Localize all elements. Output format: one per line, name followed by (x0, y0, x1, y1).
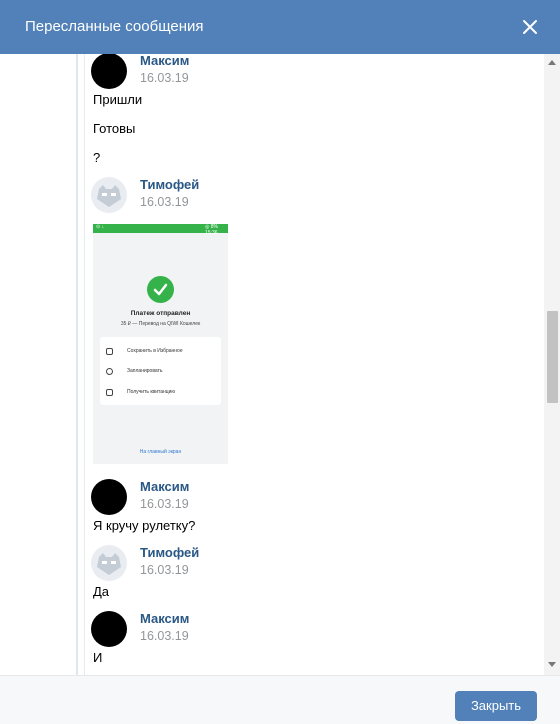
vertical-scrollbar[interactable] (544, 54, 560, 675)
thread-line (76, 54, 78, 675)
message-date[interactable]: 16.03.19 (140, 497, 189, 511)
author-name[interactable]: Максим (140, 479, 189, 494)
author-name[interactable]: Тимофей (140, 177, 199, 192)
scroll-up-arrow-icon[interactable] (548, 60, 556, 65)
photo-action-label: Получить квитанцию (127, 389, 176, 395)
clock-icon (106, 368, 113, 375)
message-header: Максим 16.03.19 (91, 54, 391, 93)
author-name[interactable]: Максим (140, 611, 189, 626)
close-button[interactable]: Закрыть (455, 691, 537, 721)
message-header: Максим 16.03.19 (91, 479, 391, 519)
message-text: Пришли (93, 92, 143, 107)
avatar[interactable] (91, 611, 127, 647)
phone-status-bar: ⊙ ↓ ◎ 8% 15:36 (93, 224, 228, 236)
photo-action-row: Получить квитанцию (106, 387, 218, 399)
cat-avatar-icon (97, 553, 121, 575)
forwarded-messages-dialog: Пересланные сообщения Максим 16.03.19 Пр… (0, 0, 560, 724)
message-header: Тимофей 16.03.19 (91, 177, 391, 217)
photo-action-row: Сохранить в Избранное (106, 346, 218, 358)
messages-scroll-area[interactable]: Максим 16.03.19 Пришли Готовы ? Тимофей … (0, 54, 560, 675)
author-name[interactable]: Максим (140, 54, 189, 68)
photo-attachment[interactable]: ⊙ ↓ ◎ 8% 15:36 Платеж отправлен 35 ₽ — П… (93, 224, 228, 464)
dialog-title: Пересланные сообщения (25, 18, 204, 35)
photo-action-label: Сохранить в Избранное (127, 348, 183, 354)
cat-avatar-icon (97, 185, 121, 207)
dialog-footer: Закрыть (0, 675, 560, 724)
payment-title: Платеж отправлен (130, 310, 191, 317)
message-text: Я кручу рулетку? (93, 518, 196, 533)
photo-action-row: Запланировать (106, 366, 218, 378)
message-date[interactable]: 16.03.19 (140, 71, 189, 85)
payment-actions-card: Сохранить в Избранное Запланировать Полу… (100, 337, 221, 405)
avatar[interactable] (91, 545, 127, 581)
message-text: И (93, 650, 103, 665)
avatar[interactable] (91, 177, 127, 213)
message-text: Готовы (93, 121, 136, 136)
checkmark-icon (147, 276, 174, 303)
avatar[interactable] (91, 479, 127, 515)
message-header: Тимофей 16.03.19 (91, 545, 391, 585)
receipt-icon (106, 389, 113, 396)
status-bar-left: ⊙ ↓ (96, 224, 105, 230)
message-text: ? (93, 150, 101, 165)
scrollbar-thumb[interactable] (547, 311, 558, 403)
message-date[interactable]: 16.03.19 (140, 629, 189, 643)
close-icon[interactable] (518, 15, 542, 39)
photo-action-label: Запланировать (127, 368, 163, 374)
author-name[interactable]: Тимофей (140, 545, 199, 560)
avatar[interactable] (91, 54, 127, 89)
photo-home-link: На главный экран (139, 449, 182, 455)
message-text: Да (93, 584, 110, 599)
message-header: Максим 16.03.19 (91, 611, 391, 651)
message-date[interactable]: 16.03.19 (140, 563, 189, 577)
status-bar-right: ◎ 8% 15:36 (205, 224, 218, 236)
dialog-header: Пересланные сообщения (0, 0, 560, 54)
thread-line (84, 54, 85, 675)
message-date[interactable]: 16.03.19 (140, 195, 189, 209)
star-icon (106, 348, 113, 355)
payment-subtitle: 35 ₽ — Перевод на QIWI Кошелек (120, 321, 201, 327)
scroll-down-arrow-icon[interactable] (548, 662, 556, 667)
